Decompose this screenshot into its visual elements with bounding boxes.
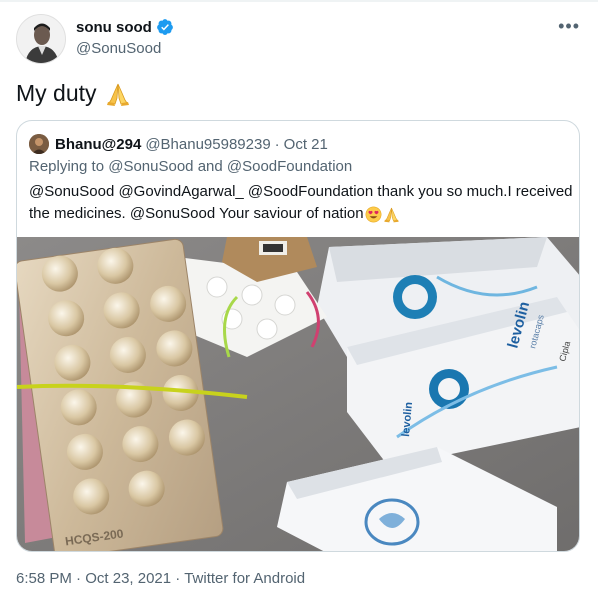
tweet-source[interactable]: Twitter for Android <box>184 570 305 587</box>
quoted-tweet-text: @SonuSood @GovindAgarwal_ @SoodFoundatio… <box>29 181 573 225</box>
top-divider <box>0 0 598 2</box>
tweet-date: Oct 23, 2021 <box>85 570 172 587</box>
quoted-date[interactable]: Oct 21 <box>284 136 328 153</box>
more-options-icon[interactable]: ••• <box>558 16 580 37</box>
quoted-text-line-2-wrap: the medicines. @SonuSood Your saviour of… <box>29 203 569 225</box>
replying-to-and: and <box>197 158 223 175</box>
quoted-media-photo[interactable]: levolin rotacaps levolin Cipla HCQS-200 <box>17 237 580 552</box>
reply-mention-2[interactable]: @SoodFoundation <box>227 158 352 175</box>
folded-hands-icon <box>106 83 129 106</box>
quoted-separator: · <box>274 135 280 153</box>
tweet-time: 6:58 PM <box>16 570 72 587</box>
quoted-author-avatar <box>29 134 49 154</box>
tweet-footer: 6:58 PM · Oct 23, 2021 · Twitter for And… <box>16 570 305 587</box>
heart-eyes-face-icon <box>365 206 382 222</box>
verified-badge-icon <box>156 19 173 35</box>
author-avatar[interactable] <box>16 14 66 64</box>
author-handle[interactable]: @SonuSood <box>76 40 161 57</box>
tweet-header: sonu sood @SonuSood ••• <box>16 14 582 64</box>
replying-to: Replying to @SonuSood and @SoodFoundatio… <box>29 158 352 175</box>
quoted-handle[interactable]: @Bhanu95989239 <box>145 136 270 153</box>
author-display-name[interactable]: sonu sood <box>76 19 152 36</box>
tweet-timestamp[interactable]: 6:58 PM · Oct 23, 2021 <box>16 570 171 587</box>
footer-separator-1: · <box>76 570 82 587</box>
quoted-tweet-card[interactable]: Bhanu@294 @Bhanu95989239 · Oct 21 Replyi… <box>16 120 580 552</box>
quoted-text-line-1: @SonuSood @GovindAgarwal_ @SoodFoundatio… <box>29 183 573 200</box>
reply-mention-1[interactable]: @SonuSood <box>108 158 193 175</box>
replying-to-prefix: Replying to <box>29 158 105 175</box>
footer-separator-2: · <box>175 570 181 587</box>
quoted-tweet-header: Bhanu@294 @Bhanu95989239 · Oct 21 <box>29 134 328 154</box>
quoted-text-line-2: the medicines. @SonuSood Your saviour of… <box>29 205 364 222</box>
tweet-text: My duty <box>16 80 131 107</box>
quoted-display-name[interactable]: Bhanu@294 <box>55 136 141 153</box>
folded-hands-small-icon <box>383 207 399 222</box>
tweet-text-content: My duty <box>16 80 97 106</box>
